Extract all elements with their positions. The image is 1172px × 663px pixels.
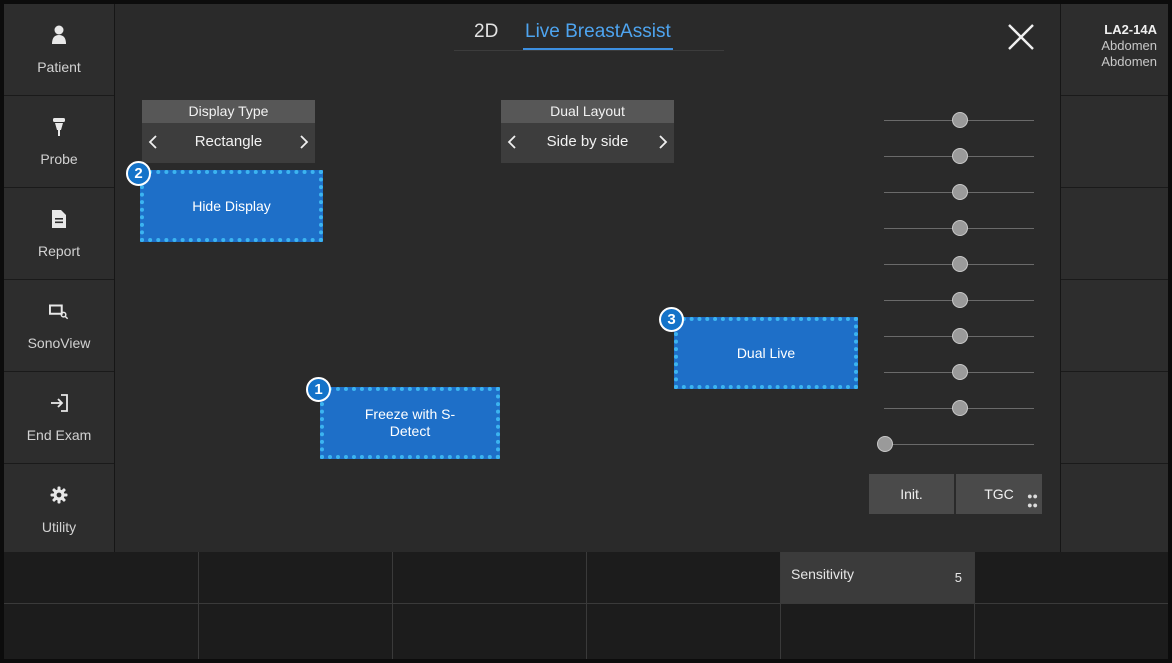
sensitivity-control[interactable]: Sensitivity 5	[781, 552, 975, 604]
tgc-slider-track[interactable]	[884, 444, 1034, 445]
tgc-slider-knob[interactable]	[952, 328, 968, 344]
tgc-slider-knob[interactable]	[952, 112, 968, 128]
display-type-control: Rectangle	[142, 123, 315, 163]
sidebar-item-patient[interactable]: Patient	[4, 4, 114, 96]
tgc-slider-knob[interactable]	[877, 436, 893, 452]
display-type-selector: Display Type Rectangle	[142, 100, 315, 163]
hide-display-button[interactable]: Hide Display	[140, 170, 323, 242]
bottom-cell[interactable]	[393, 552, 587, 604]
bottom-cell[interactable]	[199, 604, 393, 659]
sensitivity-value: 5	[954, 570, 962, 585]
init-button[interactable]: Init.	[869, 474, 954, 514]
person-icon	[49, 25, 69, 45]
right-panel-cell	[1061, 96, 1168, 188]
tgc-slider-knob[interactable]	[952, 256, 968, 272]
chevron-right-icon[interactable]	[297, 134, 311, 150]
app-frame: Patient Probe Report SonoView End Exam U…	[4, 4, 1168, 659]
chevron-left-icon[interactable]	[146, 134, 160, 150]
sidebar-item-label: Report	[37, 242, 81, 259]
bottom-cell[interactable]	[587, 604, 781, 659]
right-panel-cell	[1061, 188, 1168, 280]
sidebar-item-report[interactable]: Report	[4, 188, 114, 280]
tgc-slider-knob[interactable]	[952, 400, 968, 416]
freeze-label: Freeze with S-Detect	[364, 406, 456, 439]
sidebar-item-label: Probe	[40, 150, 78, 167]
bottom-cell[interactable]	[4, 604, 199, 659]
bottom-cell[interactable]	[4, 552, 199, 604]
bottom-cell[interactable]	[781, 604, 975, 659]
tgc-slider-knob[interactable]	[952, 292, 968, 308]
tgc-label: TGC	[984, 486, 1014, 502]
right-panel-cell	[1061, 280, 1168, 372]
probe-icon	[49, 117, 69, 137]
tgc-button[interactable]: TGC ●● ●●	[956, 474, 1042, 514]
bottom-cell[interactable]	[393, 604, 587, 659]
sonoview-icon	[49, 301, 69, 321]
probe-application: Abdomen	[1101, 54, 1157, 69]
sidebar-item-sonoview[interactable]: SonoView	[4, 280, 114, 372]
right-panel: LA2-14A Abdomen Abdomen	[1060, 4, 1168, 552]
display-type-title: Display Type	[142, 100, 315, 123]
sidebar-item-label: Patient	[37, 58, 81, 75]
tgc-slider-knob[interactable]	[952, 220, 968, 236]
sidebar-item-label: Utility	[41, 518, 77, 535]
close-icon	[1008, 24, 1034, 50]
bottom-cell[interactable]	[587, 552, 781, 604]
close-button[interactable]	[1005, 21, 1037, 53]
sidebar-item-label: End Exam	[26, 426, 92, 443]
bottom-cell[interactable]	[199, 552, 393, 604]
mode-tabs: 2D Live BreastAssist	[454, 18, 724, 51]
init-label: Init.	[900, 486, 923, 502]
chevron-left-icon[interactable]	[505, 134, 519, 150]
bottom-cell[interactable]	[975, 552, 1168, 604]
tgc-sliders	[874, 100, 1034, 452]
display-type-value: Rectangle	[194, 133, 263, 150]
dual-layout-control: Side by side	[501, 123, 674, 163]
dual-layout-value: Side by side	[546, 133, 629, 150]
sidebar-item-probe[interactable]: Probe	[4, 96, 114, 188]
dual-live-label: Dual Live	[736, 344, 796, 361]
step-badge-3: 3	[659, 307, 684, 332]
dual-live-button[interactable]: Dual Live	[674, 317, 858, 389]
bottom-control-bar: Sensitivity 5	[4, 552, 1168, 659]
tab-2d[interactable]: 2D	[474, 18, 498, 48]
dual-layout-title: Dual Layout	[501, 100, 674, 123]
tgc-slider-knob[interactable]	[952, 148, 968, 164]
sensitivity-label: Sensitivity	[791, 566, 855, 582]
chevron-right-icon[interactable]	[656, 134, 670, 150]
sidebar-item-label: SonoView	[27, 334, 91, 351]
tgc-slider-knob[interactable]	[952, 364, 968, 380]
bottom-cell[interactable]	[975, 604, 1168, 659]
tab-live-breastassist[interactable]: Live BreastAssist	[523, 18, 673, 50]
more-icon: ●● ●●	[1027, 491, 1038, 510]
left-sidebar: Patient Probe Report SonoView End Exam U…	[4, 4, 115, 552]
right-panel-cell	[1061, 372, 1168, 464]
tgc-slider-knob[interactable]	[952, 184, 968, 200]
probe-name: LA2-14A	[1104, 22, 1157, 37]
step-badge-2: 2	[126, 161, 151, 186]
sidebar-item-utility[interactable]: Utility	[4, 464, 114, 555]
step-badge-1: 1	[306, 377, 331, 402]
document-icon	[49, 209, 69, 229]
hide-display-label: Hide Display	[192, 197, 271, 214]
freeze-with-s-detect-button[interactable]: Freeze with S-Detect	[320, 387, 500, 459]
probe-info: LA2-14A Abdomen Abdomen	[1061, 22, 1157, 70]
dual-layout-selector: Dual Layout Side by side	[501, 100, 674, 163]
probe-preset: Abdomen	[1101, 38, 1157, 53]
exit-icon	[49, 393, 69, 413]
gear-icon	[49, 485, 69, 505]
sidebar-item-end-exam[interactable]: End Exam	[4, 372, 114, 464]
probe-info-cell[interactable]: LA2-14A Abdomen Abdomen	[1061, 4, 1168, 96]
